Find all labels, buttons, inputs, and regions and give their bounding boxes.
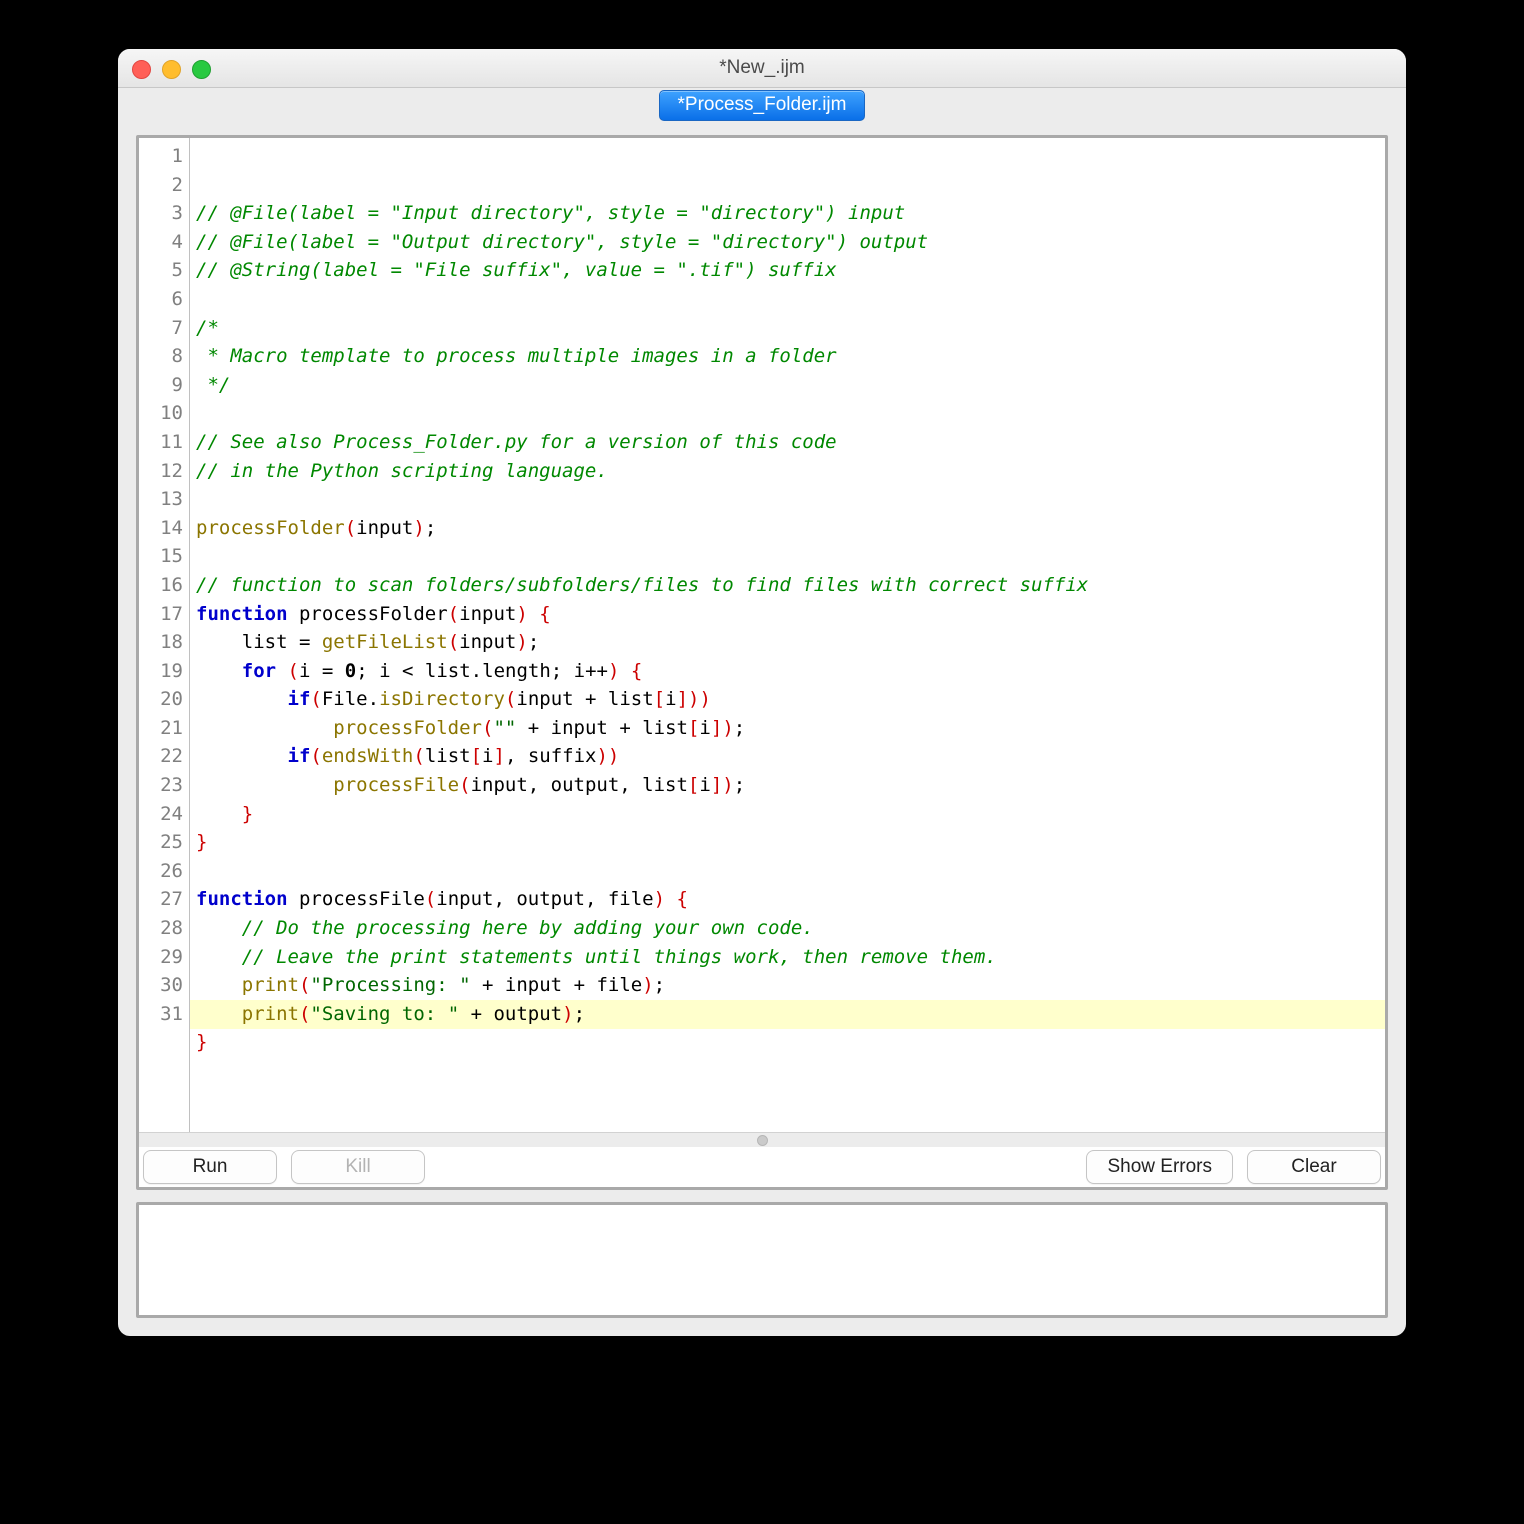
zoom-icon[interactable]: [192, 60, 211, 79]
line-number: 16: [149, 571, 183, 600]
code-line[interactable]: // @File(label = "Output directory", sty…: [196, 228, 1381, 257]
code-line[interactable]: // Do the processing here by adding your…: [196, 914, 1381, 943]
code-editor[interactable]: 1234567891011121314151617181920212223242…: [139, 138, 1385, 1132]
code-line[interactable]: list = getFileList(input);: [196, 628, 1381, 657]
code-line[interactable]: function processFolder(input) {: [196, 600, 1381, 629]
output-console[interactable]: [136, 1202, 1388, 1318]
code-line[interactable]: [196, 399, 1381, 428]
code-line[interactable]: [196, 857, 1381, 886]
code-line[interactable]: * Macro template to process multiple ima…: [196, 342, 1381, 371]
tab-bar: *Process_Folder.ijm: [118, 88, 1406, 123]
code-line[interactable]: // @File(label = "Input directory", styl…: [196, 199, 1381, 228]
window-controls: [132, 60, 211, 79]
line-number: 7: [149, 314, 183, 343]
clear-button[interactable]: Clear: [1247, 1150, 1381, 1184]
show-errors-button[interactable]: Show Errors: [1086, 1150, 1233, 1184]
line-number: 21: [149, 714, 183, 743]
editor-frame: 1234567891011121314151617181920212223242…: [136, 135, 1388, 1190]
line-number: 22: [149, 742, 183, 771]
line-number-gutter: 1234567891011121314151617181920212223242…: [139, 138, 190, 1132]
line-number: 15: [149, 542, 183, 571]
line-number: 30: [149, 971, 183, 1000]
code-line[interactable]: [196, 542, 1381, 571]
line-number: 18: [149, 628, 183, 657]
code-line[interactable]: */: [196, 371, 1381, 400]
close-icon[interactable]: [132, 60, 151, 79]
code-line[interactable]: for (i = 0; i < list.length; i++) {: [196, 657, 1381, 686]
code-line[interactable]: }: [196, 1028, 1381, 1057]
line-number: 28: [149, 914, 183, 943]
line-number: 20: [149, 685, 183, 714]
line-number: 5: [149, 256, 183, 285]
line-number: 10: [149, 399, 183, 428]
line-number: 17: [149, 600, 183, 629]
code-line[interactable]: }: [196, 828, 1381, 857]
line-number: 4: [149, 228, 183, 257]
code-line[interactable]: [196, 1057, 1381, 1086]
line-number: 13: [149, 485, 183, 514]
line-number: 31: [149, 1000, 183, 1029]
code-line[interactable]: [196, 485, 1381, 514]
code-line[interactable]: }: [196, 800, 1381, 829]
code-line[interactable]: // See also Process_Folder.py for a vers…: [196, 428, 1381, 457]
code-line[interactable]: if(File.isDirectory(input + list[i])): [196, 685, 1381, 714]
code-line[interactable]: // @String(label = "File suffix", value …: [196, 256, 1381, 285]
line-number: 19: [149, 657, 183, 686]
editor-window: *New_.ijm *Process_Folder.ijm 1234567891…: [118, 49, 1406, 1336]
code-line[interactable]: print("Saving to: " + output);: [196, 1000, 1381, 1029]
line-number: 6: [149, 285, 183, 314]
line-number: 3: [149, 199, 183, 228]
line-number: 1: [149, 142, 183, 171]
line-number: 11: [149, 428, 183, 457]
code-line[interactable]: // function to scan folders/subfolders/f…: [196, 571, 1381, 600]
window-title: *New_.ijm: [118, 57, 1406, 79]
code-line[interactable]: processFolder(input);: [196, 514, 1381, 543]
line-number: 12: [149, 457, 183, 486]
line-number: 24: [149, 800, 183, 829]
code-line[interactable]: // Leave the print statements until thin…: [196, 943, 1381, 972]
titlebar: *New_.ijm: [118, 49, 1406, 88]
kill-button[interactable]: Kill: [291, 1150, 425, 1184]
code-line[interactable]: // in the Python scripting language.: [196, 457, 1381, 486]
line-number: 2: [149, 171, 183, 200]
code-line[interactable]: processFile(input, output, list[i]);: [196, 771, 1381, 800]
code-line[interactable]: print("Processing: " + input + file);: [196, 971, 1381, 1000]
line-number: 29: [149, 943, 183, 972]
run-button[interactable]: Run: [143, 1150, 277, 1184]
line-number: 9: [149, 371, 183, 400]
code-line[interactable]: processFolder("" + input + list[i]);: [196, 714, 1381, 743]
line-number: 27: [149, 885, 183, 914]
code-line[interactable]: [196, 285, 1381, 314]
line-number: 8: [149, 342, 183, 371]
splitter-handle[interactable]: [139, 1132, 1385, 1147]
tab-process-folder[interactable]: *Process_Folder.ijm: [659, 90, 866, 121]
line-number: 14: [149, 514, 183, 543]
line-number: 23: [149, 771, 183, 800]
code-line[interactable]: function processFile(input, output, file…: [196, 885, 1381, 914]
minimize-icon[interactable]: [162, 60, 181, 79]
code-content[interactable]: // @File(label = "Input directory", styl…: [190, 138, 1385, 1132]
editor-toolbar: Run Kill Show Errors Clear: [139, 1147, 1385, 1187]
line-number: 26: [149, 857, 183, 886]
code-line[interactable]: /*: [196, 314, 1381, 343]
code-line[interactable]: if(endsWith(list[i], suffix)): [196, 742, 1381, 771]
grip-icon: [757, 1135, 768, 1146]
line-number: 25: [149, 828, 183, 857]
